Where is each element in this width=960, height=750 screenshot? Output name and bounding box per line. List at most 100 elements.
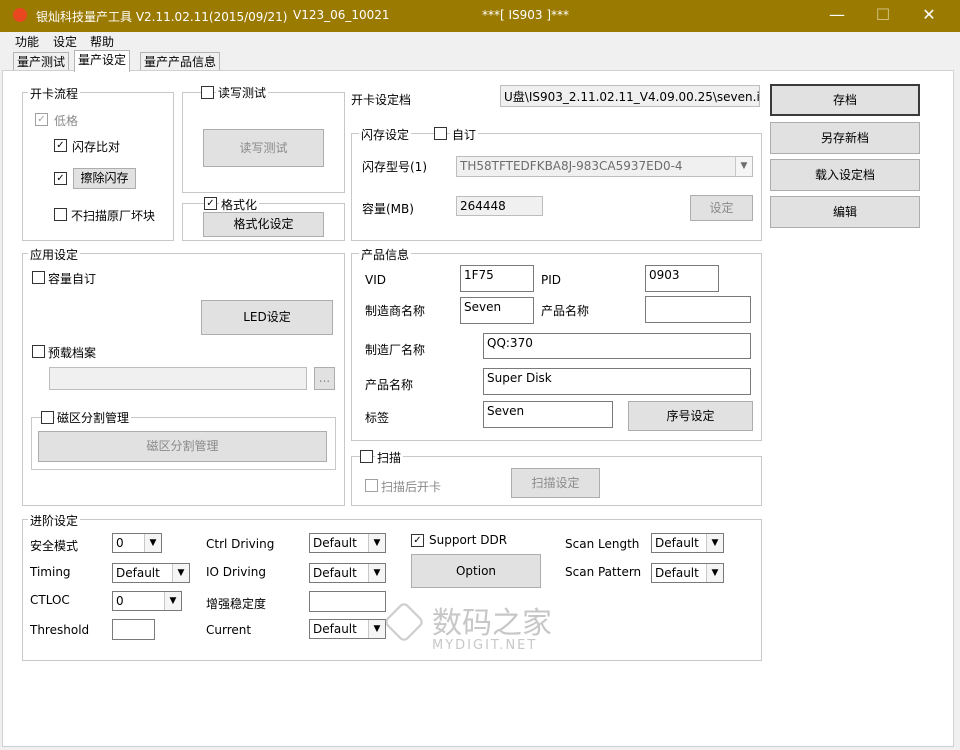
preload-path-input[interactable] — [49, 367, 307, 390]
load-config-button[interactable]: 载入设定档 — [770, 159, 920, 191]
save-button[interactable]: 存档 — [770, 84, 920, 116]
format-checkbox[interactable]: ✓ — [204, 197, 217, 210]
format-settings-button[interactable]: 格式化设定 — [203, 212, 324, 237]
erase-flash-checkbox[interactable]: ✓ — [54, 172, 67, 185]
timing-label: Timing — [30, 565, 71, 579]
preload-checkbox[interactable] — [32, 345, 45, 358]
flash-setting-title: 闪存设定 — [359, 126, 412, 143]
flash-set-button[interactable]: 设定 — [690, 195, 753, 221]
version-label: V123_06_10021 — [293, 8, 390, 22]
menu-help[interactable]: 帮助 — [90, 33, 114, 50]
ctloc-label: CTLOC — [30, 593, 70, 607]
flash-custom-checkbox[interactable] — [434, 127, 447, 140]
watermark-logo-icon — [382, 600, 426, 644]
advanced-title: 进阶设定 — [28, 512, 81, 529]
chevron-down-icon: ▼ — [172, 564, 189, 582]
app-logo-icon — [13, 8, 27, 22]
tab-production-test[interactable]: 量产测试 — [13, 52, 70, 71]
current-value: Default — [313, 622, 357, 636]
tag-label: 标签 — [365, 411, 390, 425]
low-format-label: 低格 — [54, 114, 79, 128]
chevron-down-icon: ▼ — [706, 564, 723, 582]
app-setting-title: 应用设定 — [28, 246, 81, 263]
no-scan-bad-checkbox[interactable] — [54, 208, 67, 221]
capacity-custom-label: 容量自订 — [48, 272, 97, 286]
tab-production-settings[interactable]: 量产设定 — [74, 50, 131, 72]
ctloc-select[interactable]: 0 ▼ — [112, 591, 182, 611]
flash-type-label: 闪存型号(1) — [362, 160, 427, 174]
scan-after-open-label: 扫描后开卡 — [381, 480, 442, 494]
product-name-2-input[interactable]: Super Disk — [483, 368, 751, 395]
safe-mode-value: 0 — [116, 536, 124, 550]
chevron-down-icon: ▼ — [368, 564, 385, 582]
tab-product-info[interactable]: 量产产品信息 — [140, 52, 221, 71]
vendor-name-label: 制造商名称 — [365, 304, 426, 318]
partition-label: 磁区分割管理 — [55, 409, 132, 426]
browse-button[interactable]: ... — [314, 367, 335, 390]
flash-setting-group — [351, 133, 762, 241]
chevron-down-icon: ▼ — [164, 592, 181, 610]
tag-input[interactable]: Seven — [483, 401, 613, 428]
serial-settings-button[interactable]: 序号设定 — [628, 401, 753, 431]
stability-input[interactable] — [309, 591, 386, 612]
safe-mode-label: 安全模式 — [30, 539, 79, 553]
maximize-button[interactable]: ☐ — [860, 0, 906, 32]
save-as-button[interactable]: 另存新档 — [770, 122, 920, 154]
low-format-checkbox: ✓ — [35, 113, 48, 126]
close-button[interactable]: ✕ — [906, 0, 952, 32]
product-info-title: 产品信息 — [359, 246, 412, 263]
pid-input[interactable]: 0903 — [645, 265, 719, 292]
ctrl-driving-select[interactable]: Default ▼ — [309, 533, 386, 553]
partition-checkbox[interactable] — [41, 411, 54, 424]
format-label: 格式化 — [219, 196, 260, 213]
ctrl-driving-label: Ctrl Driving — [206, 537, 275, 551]
vid-input[interactable]: 1F75 — [460, 265, 534, 292]
scan-settings-button[interactable]: 扫描设定 — [511, 468, 600, 498]
scan-after-open-checkbox[interactable] — [365, 479, 378, 492]
menu-settings[interactable]: 设定 — [53, 33, 77, 50]
tab-strip: 量产测试 量产设定 量产产品信息 — [0, 50, 960, 72]
rw-test-label: 读写测试 — [216, 84, 269, 101]
rw-test-button[interactable]: 读写测试 — [203, 129, 324, 167]
scan-checkbox[interactable] — [360, 450, 373, 463]
flash-type-select[interactable]: TH58TFTEDFKBA8J-983CA5937ED0-4 ▼ — [456, 156, 753, 177]
menu-bar: 功能 设定 帮助 — [0, 32, 960, 50]
ctrl-driving-value: Default — [313, 536, 357, 550]
stability-label: 增强稳定度 — [206, 597, 267, 611]
chevron-down-icon: ▼ — [368, 534, 385, 552]
scan-pattern-select[interactable]: Default ▼ — [651, 563, 724, 583]
flash-compare-checkbox[interactable]: ✓ — [54, 139, 67, 152]
chevron-down-icon: ▼ — [735, 157, 752, 176]
capacity-custom-checkbox[interactable] — [32, 271, 45, 284]
chevron-down-icon: ▼ — [144, 534, 161, 552]
device-label: ***[ IS903 ]*** — [482, 8, 570, 22]
threshold-input[interactable] — [112, 619, 155, 640]
scan-length-select[interactable]: Default ▼ — [651, 533, 724, 553]
vendor-name-input[interactable]: Seven — [460, 297, 534, 324]
ctloc-value: 0 — [116, 594, 124, 608]
edit-button[interactable]: 编辑 — [770, 196, 920, 228]
product-name-input[interactable] — [645, 296, 751, 323]
threshold-label: Threshold — [30, 623, 90, 637]
chevron-down-icon: ▼ — [368, 620, 385, 638]
support-ddr-checkbox[interactable]: ✓ — [411, 534, 424, 547]
product-name-2-label: 产品名称 — [365, 378, 414, 392]
timing-select[interactable]: Default ▼ — [112, 563, 190, 583]
current-select[interactable]: Default ▼ — [309, 619, 386, 639]
option-button[interactable]: Option — [411, 554, 541, 588]
manufacturer-name-input[interactable]: QQ:370 — [483, 333, 751, 359]
partition-button[interactable]: 磁区分割管理 — [38, 431, 327, 462]
no-scan-bad-label: 不扫描原厂坏块 — [71, 209, 156, 223]
flash-type-value: TH58TFTEDFKBA8J-983CA5937ED0-4 — [460, 159, 683, 173]
safe-mode-select[interactable]: 0 ▼ — [112, 533, 162, 553]
minimize-button[interactable]: — — [814, 0, 860, 32]
rw-test-checkbox[interactable] — [201, 86, 214, 99]
io-driving-select[interactable]: Default ▼ — [309, 563, 386, 583]
watermark-cn: 数码之家 — [432, 606, 552, 641]
erase-flash-button[interactable]: 擦除闪存 — [73, 168, 136, 189]
vid-label: VID — [365, 273, 386, 287]
pid-label: PID — [541, 273, 562, 287]
menu-function[interactable]: 功能 — [15, 33, 39, 50]
led-settings-button[interactable]: LED设定 — [201, 300, 333, 335]
flash-capacity-value: 264448 — [456, 196, 543, 216]
